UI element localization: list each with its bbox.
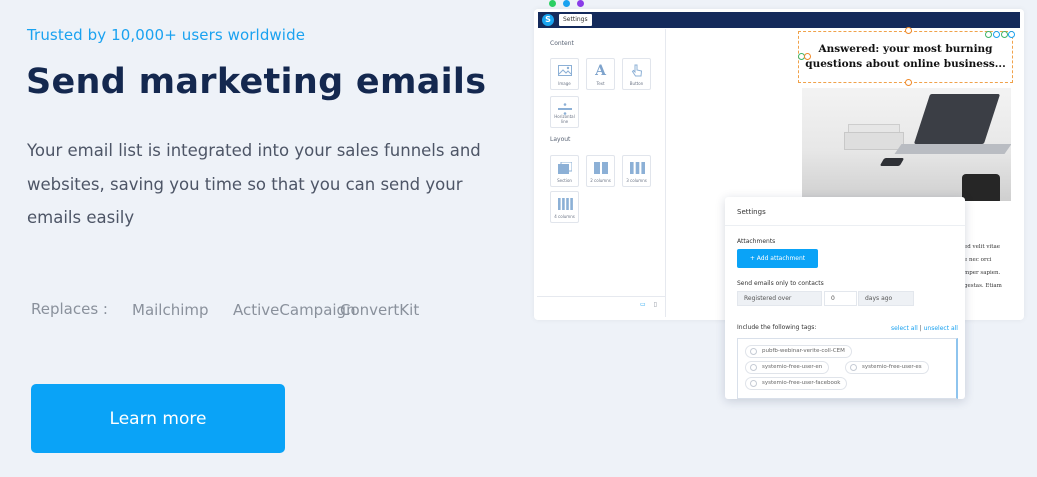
editor-topbar: S Settings — [538, 12, 1020, 28]
resize-handle-icon[interactable] — [804, 53, 811, 60]
checkbox-icon — [750, 364, 757, 371]
attachments-label: Attachments — [737, 238, 776, 245]
duplicate-handle-icon[interactable] — [985, 31, 992, 38]
email-hero-photo — [802, 88, 1011, 201]
block-horizontal-line[interactable]: Horizontal line — [550, 96, 579, 128]
green-dot-icon — [549, 0, 556, 7]
email-headline: Answered: your most burning questions ab… — [805, 43, 1006, 70]
checkbox-icon — [850, 364, 857, 371]
editor-tab-settings[interactable]: Settings — [559, 14, 592, 26]
resize-handle-icon[interactable] — [905, 79, 912, 86]
tag-label: systemio-free-user-facebook — [762, 380, 841, 386]
systemio-logo-icon: S — [542, 14, 554, 26]
hero-description: Your email list is integrated into your … — [27, 141, 481, 227]
laptop-shape — [913, 94, 1001, 144]
add-attachment-button[interactable]: + Add attachment — [737, 249, 818, 268]
block-text-label: Text — [596, 81, 605, 86]
mobile-preview-icon[interactable]: ▯ — [654, 301, 657, 308]
block-two-columns[interactable]: 2 columns — [586, 155, 615, 187]
email-body-text: e nec orci — [964, 257, 992, 263]
block-horizontal-line-label: Horizontal line — [554, 114, 575, 124]
replaces-mailchimp: Mailchimp — [132, 301, 209, 319]
email-body-text: mper sapien. — [964, 270, 1001, 276]
section-icon — [558, 162, 572, 174]
pointer-icon — [631, 64, 643, 77]
learn-more-button[interactable]: Learn more — [31, 384, 285, 453]
tag-selection-links: select all | unselect all — [891, 325, 958, 332]
tagline: Trusted by 10,000+ users worldwide — [27, 26, 306, 44]
tag-checkbox-item[interactable]: systemio-free-user-facebook — [745, 377, 848, 390]
send-only-label: Send emails only to contacts — [737, 280, 824, 287]
registered-condition-select[interactable]: Registered over — [737, 291, 822, 306]
page-title: Send marketing emails — [26, 62, 487, 102]
delete-handle-icon[interactable] — [1008, 31, 1015, 38]
link-separator: | — [919, 325, 922, 332]
block-four-columns-label: 4 columns — [554, 214, 575, 219]
block-image-label: Image — [558, 81, 571, 86]
replaces-convertkit: ConvertKit — [340, 301, 420, 319]
block-four-columns[interactable]: 4 columns — [550, 191, 579, 223]
tag-label: pubfb-webinar-verite-coll-CEM — [762, 348, 845, 354]
modal-divider — [725, 225, 965, 226]
phone-shape — [879, 158, 905, 166]
email-headline-block[interactable]: Answered: your most burning questions ab… — [798, 31, 1013, 83]
tag-checkbox-item[interactable]: systemio-free-user-es — [845, 361, 929, 374]
block-text[interactable]: A Text — [586, 58, 615, 90]
three-columns-icon — [630, 162, 645, 174]
image-icon — [558, 65, 572, 76]
tag-label: systemio-free-user-en — [762, 364, 823, 370]
panel-footer-divider — [537, 296, 666, 297]
block-three-columns[interactable]: 3 columns — [622, 155, 651, 187]
days-unit-label: days ago — [858, 291, 914, 306]
tag-checkbox-item[interactable]: pubfb-webinar-verite-coll-CEM — [745, 345, 852, 358]
desktop-preview-icon[interactable]: ▭ — [640, 301, 646, 308]
settings-handle-icon[interactable] — [1001, 31, 1008, 38]
block-section[interactable]: Section — [550, 155, 579, 187]
replaces-activecampaign: ActiveCampaign — [233, 301, 356, 319]
camera-lens-shape — [962, 174, 1000, 201]
content-section-label: Content — [550, 40, 574, 47]
email-body-text: gestas. Etiam — [964, 283, 1002, 289]
tag-checkbox-item[interactable]: systemio-free-user-en — [745, 361, 830, 374]
tag-label: systemio-free-user-es — [862, 364, 922, 370]
device-preview-toggles: ▭ ▯ — [640, 301, 657, 308]
unselect-all-link[interactable]: unselect all — [924, 325, 958, 332]
days-input[interactable]: 0 — [824, 291, 857, 306]
block-section-label: Section — [557, 178, 572, 183]
two-columns-icon — [594, 162, 608, 174]
blue-dot-icon — [563, 0, 570, 7]
email-body-text: ed velit vitae — [964, 244, 1000, 250]
books-shape — [844, 132, 904, 150]
resize-handle-icon[interactable] — [905, 27, 912, 34]
laptop-base-shape — [894, 144, 1011, 154]
replaces-label: Replaces : — [31, 300, 108, 318]
tags-list[interactable]: pubfb-webinar-verite-coll-CEM systemio-f… — [737, 338, 958, 399]
move-handle-icon[interactable] — [993, 31, 1000, 38]
block-three-columns-label: 3 columns — [626, 178, 647, 183]
block-two-columns-label: 2 columns — [590, 178, 611, 183]
settings-modal: Settings Attachments + Add attachment Se… — [725, 197, 965, 399]
block-button-label: Button — [629, 81, 644, 86]
block-image[interactable]: Image — [550, 58, 579, 90]
purple-dot-icon — [577, 0, 584, 7]
tags-label: Include the following tags: — [737, 324, 817, 331]
text-icon: A — [595, 63, 606, 79]
blocks-panel: Content Image A Text Button Horizontal l… — [537, 29, 666, 317]
four-columns-icon — [558, 198, 573, 210]
checkbox-icon — [750, 348, 757, 355]
checkbox-icon — [750, 380, 757, 387]
block-button[interactable]: Button — [622, 58, 651, 90]
settings-modal-title: Settings — [737, 208, 766, 216]
select-all-link[interactable]: select all — [891, 325, 918, 332]
layout-section-label: Layout — [550, 136, 571, 143]
